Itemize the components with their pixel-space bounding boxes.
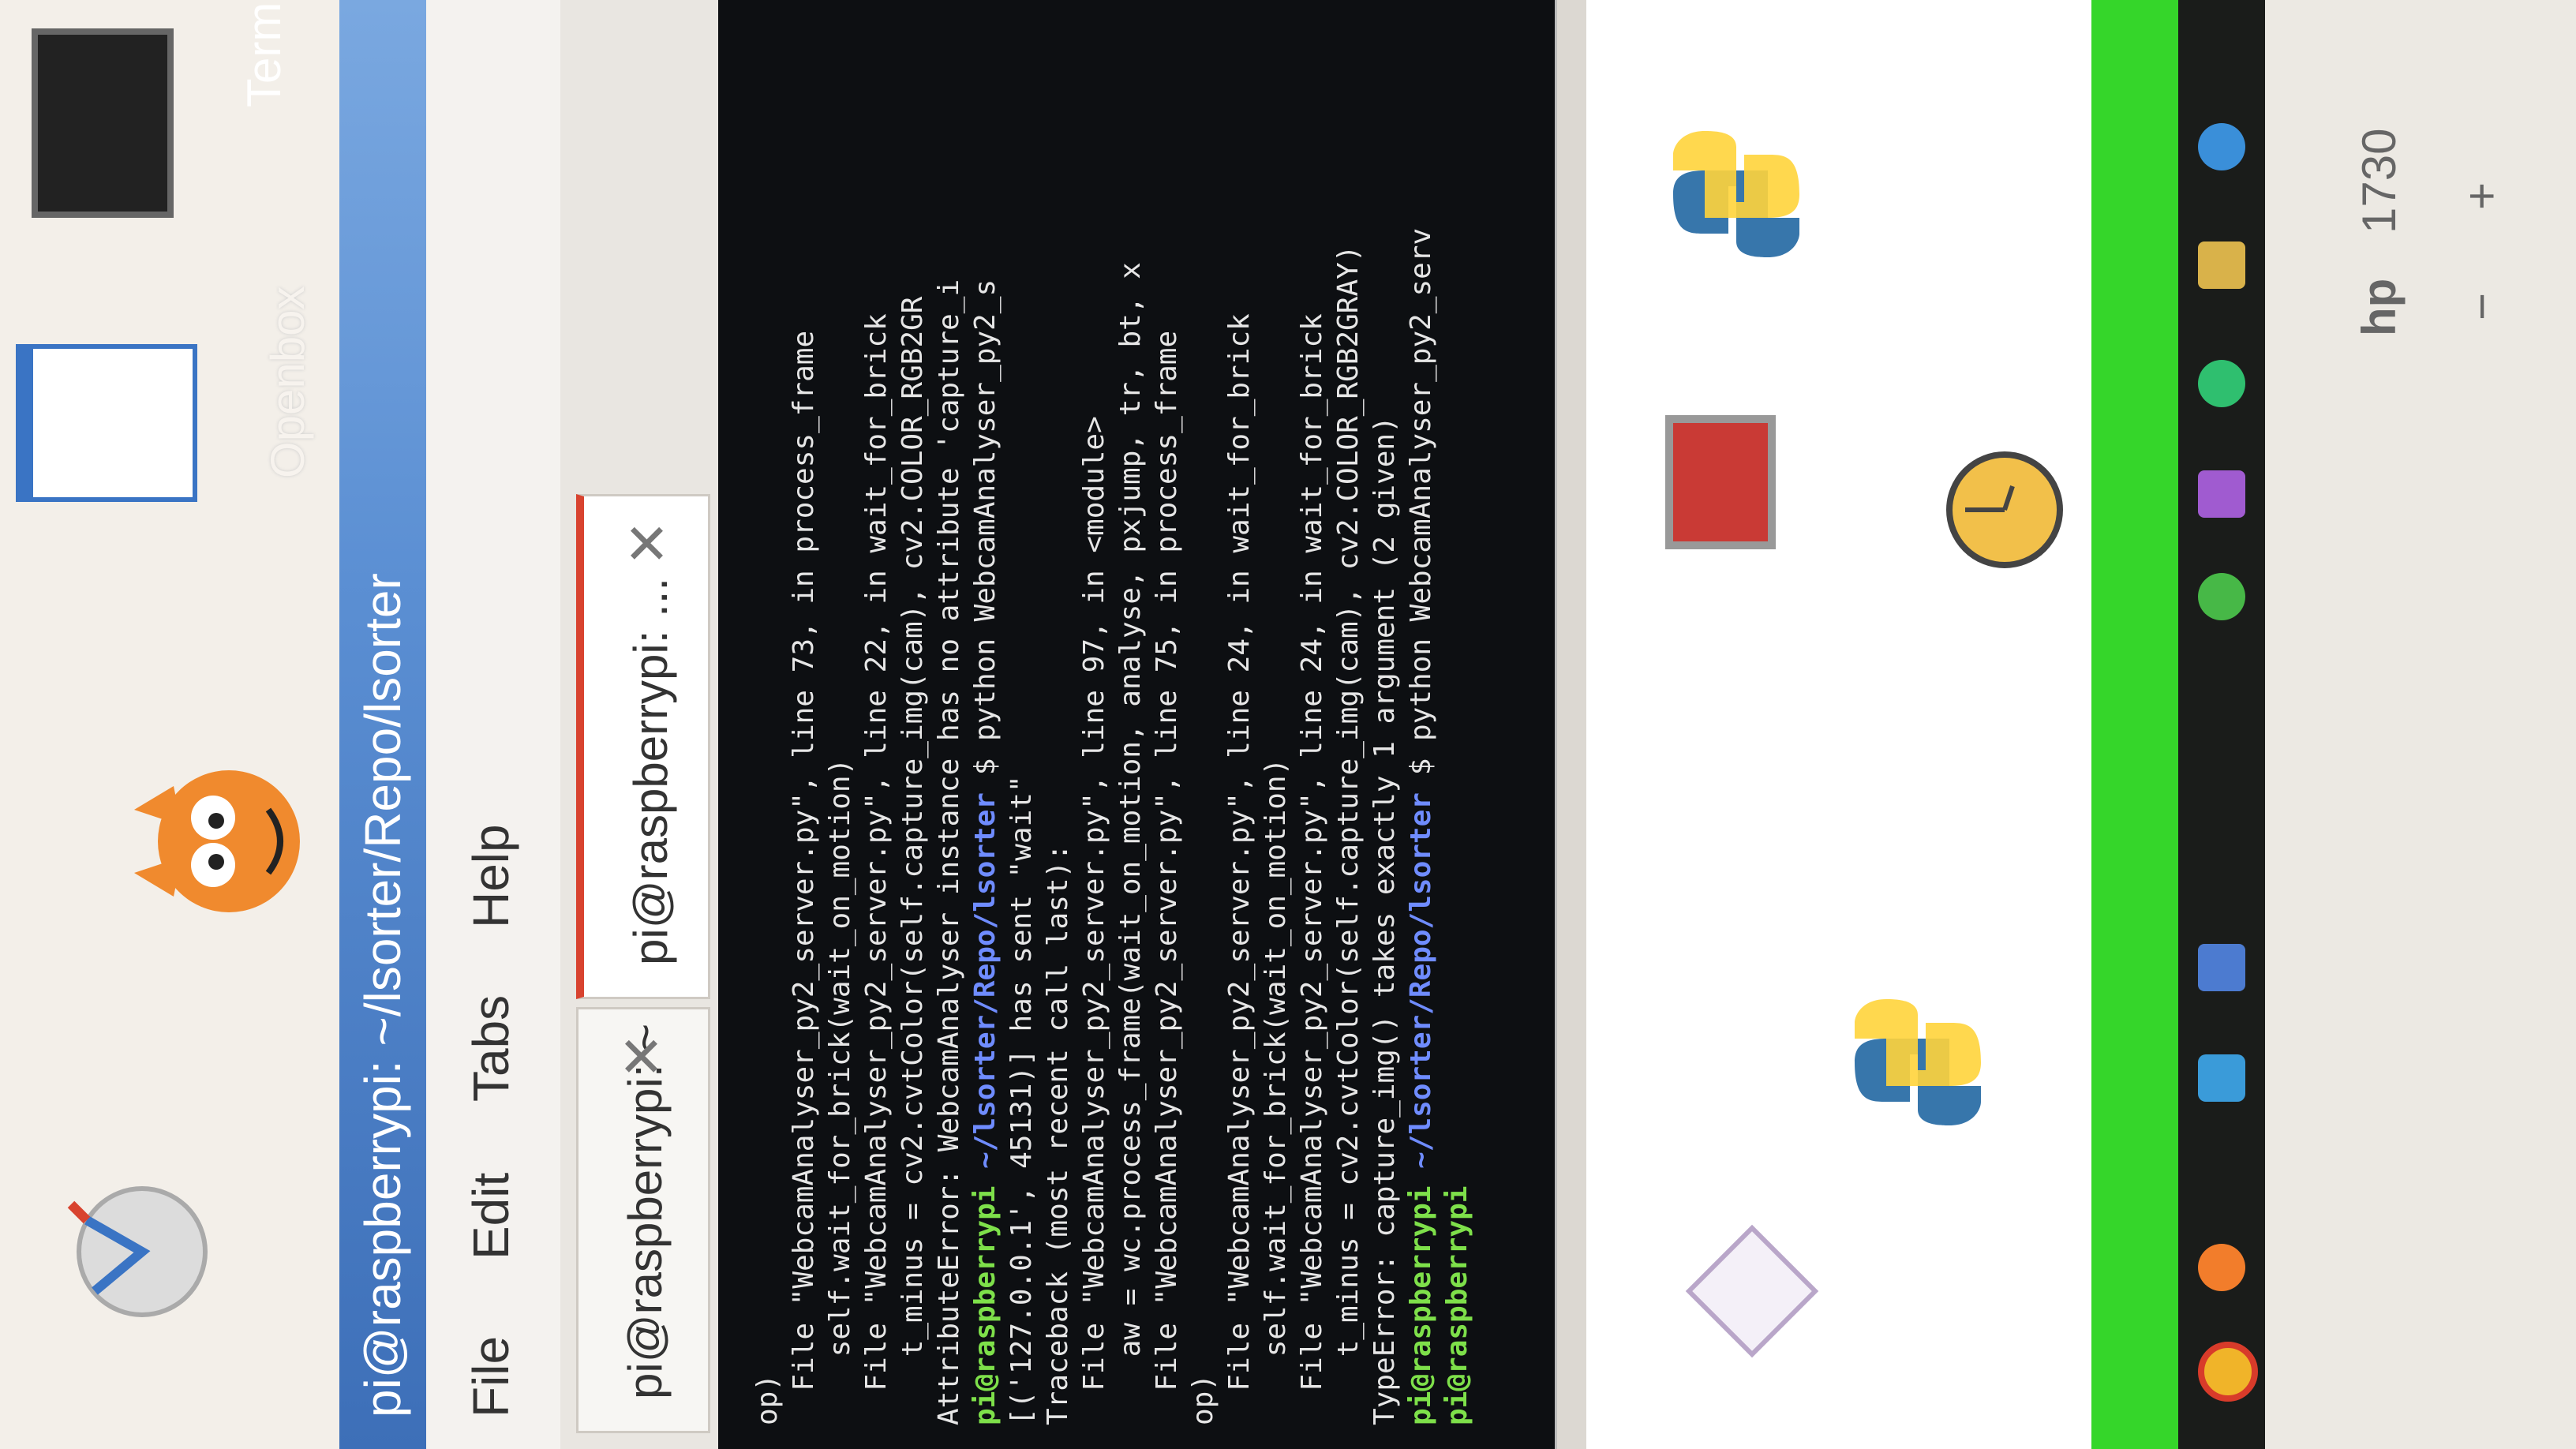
- terminal-line: t_minus = cv2.cvtColor(self.capture_img(…: [1332, 245, 1365, 1425]
- menu-bar: File Edit Tabs Help: [426, 0, 560, 1449]
- terminal-app-icon[interactable]: [32, 28, 174, 218]
- prompt-user: pi@raspberrypi: [1441, 1185, 1473, 1425]
- tab-current[interactable]: pi@raspberrypi: ... ✕: [576, 494, 710, 999]
- terminal-line: File "WebcamAnalyser_py2_server.py", lin…: [788, 330, 820, 1425]
- terminal-line: AttributeError: WebcamAnalyser instance …: [933, 279, 965, 1425]
- monitor-model: 1730: [2353, 128, 2406, 234]
- folder-icon[interactable]: [2198, 242, 2245, 289]
- terminal-line: op): [751, 1373, 784, 1425]
- terminal-prompt-line: pi@raspberrypi ~/lsorter/Repo/lsorter $ …: [1403, 0, 1440, 1425]
- monitor-bezel: hp 1730 − +: [2265, 0, 2576, 1449]
- menu-tabs[interactable]: Tabs: [462, 995, 520, 1102]
- python-shortcut-icon[interactable]: [1847, 991, 1989, 1133]
- terminal-prompt-line: pi@raspberrypi ~/lsorter/Repo/lsorter $ …: [968, 0, 1004, 1425]
- openbox-window-icon[interactable]: [16, 344, 197, 502]
- terminal-line: aw = wc.process_frame(wait_on_motion, an…: [1114, 262, 1147, 1425]
- desktop-area: [1586, 0, 2091, 1449]
- terminal-prompt-line: pi@raspberrypi: [1440, 0, 1476, 1425]
- scratch-cat-icon[interactable]: [118, 739, 324, 944]
- terminal-line: op): [1187, 1373, 1219, 1425]
- terminal-line: File "WebcamAnalyser_py2_server.py", lin…: [1078, 416, 1110, 1425]
- browser-icon[interactable]: [2198, 123, 2245, 170]
- network-icon[interactable]: [2198, 1054, 2245, 1102]
- terminal-line: TypeError: capture_img() takes exactly 1…: [1368, 416, 1401, 1425]
- terminal-line: Traceback (most recent call last):: [1042, 844, 1074, 1425]
- tab-home[interactable]: pi@raspberrypi: ~ ✕: [576, 1007, 710, 1433]
- chat-icon[interactable]: [2198, 360, 2245, 407]
- terminal-line: File "WebcamAnalyser_py2_server.py", lin…: [1223, 313, 1256, 1425]
- desktop-top-area: Openbox Term: [0, 0, 339, 1449]
- green-desktop-strip: [2091, 0, 2178, 1449]
- window-title: pi@raspberrypi: ~/lsorter/Repo/lsorter: [354, 573, 411, 1417]
- monitor-plus-button[interactable]: +: [2454, 182, 2509, 210]
- monitor-brand: hp: [2353, 278, 2406, 336]
- monitor-minus-button[interactable]: −: [2454, 293, 2509, 320]
- rotated-screen: Openbox Term pi@raspberrypi: ~/lsorter/R…: [0, 0, 2576, 1449]
- python-icon[interactable]: [1665, 123, 1807, 265]
- tab-home-close-icon[interactable]: ✕: [610, 1033, 675, 1080]
- terminal-line: [('127.0.0.1', 45131)] has sent "wait": [1005, 775, 1038, 1425]
- menu-help[interactable]: Help: [462, 824, 520, 928]
- tab-home-label: pi@raspberrypi: ~: [619, 1023, 672, 1399]
- tab-current-close-icon[interactable]: ✕: [616, 520, 680, 567]
- terminal-line: File "WebcamAnalyser_py2_server.py", lin…: [1296, 313, 1328, 1425]
- firefox-icon[interactable]: [2198, 1244, 2245, 1291]
- tab-strip: pi@raspberrypi: ~ ✕ pi@raspberrypi: ... …: [560, 0, 718, 1449]
- terminal-line: File "WebcamAnalyser_py2_server.py", lin…: [860, 313, 893, 1425]
- prompt-path: ~/lsorter/Repo/lsorter: [1405, 792, 1437, 1186]
- term-label: Term: [238, 2, 290, 107]
- mail-icon[interactable]: [2198, 470, 2245, 518]
- xbox-icon[interactable]: [2198, 573, 2245, 620]
- menu-file[interactable]: File: [462, 1336, 520, 1417]
- terminal-scrollbar[interactable]: [1555, 0, 1589, 1449]
- terminal-line: self.wait_for_brick(wait_on_motion): [1260, 758, 1292, 1425]
- terminal-line: t_minus = cv2.cvtColor(self.capture_img(…: [897, 296, 929, 1425]
- prompt-path: ~/lsorter/Repo/lsorter: [969, 792, 1002, 1186]
- clock-icon[interactable]: [1941, 447, 2068, 573]
- taskbar: [2178, 0, 2265, 1449]
- terminal-line: self.wait_for_brick(wait_on_motion): [824, 758, 856, 1425]
- tab-current-label: pi@raspberrypi: ...: [624, 577, 677, 965]
- prompt-command: $ python WebcamAnalyser_py2_serv: [1405, 227, 1437, 793]
- chrome-icon[interactable]: [2198, 1342, 2258, 1402]
- photo-stage: Openbox Term pi@raspberrypi: ~/lsorter/R…: [0, 0, 2576, 1449]
- menu-edit[interactable]: Edit: [462, 1173, 520, 1260]
- window-title-bar[interactable]: pi@raspberrypi: ~/lsorter/Repo/lsorter: [339, 0, 426, 1449]
- terminal-red-icon[interactable]: [1665, 415, 1776, 549]
- app-blue-icon[interactable]: [2198, 944, 2245, 991]
- prompt-command: $ python WebcamAnalyser_py2_s: [969, 279, 1002, 793]
- prompt-user: pi@raspberrypi: [969, 1185, 1002, 1425]
- dial-icon[interactable]: [47, 1165, 221, 1339]
- openbox-label: Openbox: [261, 286, 314, 478]
- terminal-output[interactable]: op) File "WebcamAnalyser_py2_server.py",…: [718, 0, 1555, 1449]
- prompt-user: pi@raspberrypi: [1405, 1185, 1437, 1425]
- diamond-icon[interactable]: [1681, 1220, 1823, 1362]
- terminal-line: File "WebcamAnalyser_py2_server.py", lin…: [1151, 330, 1183, 1425]
